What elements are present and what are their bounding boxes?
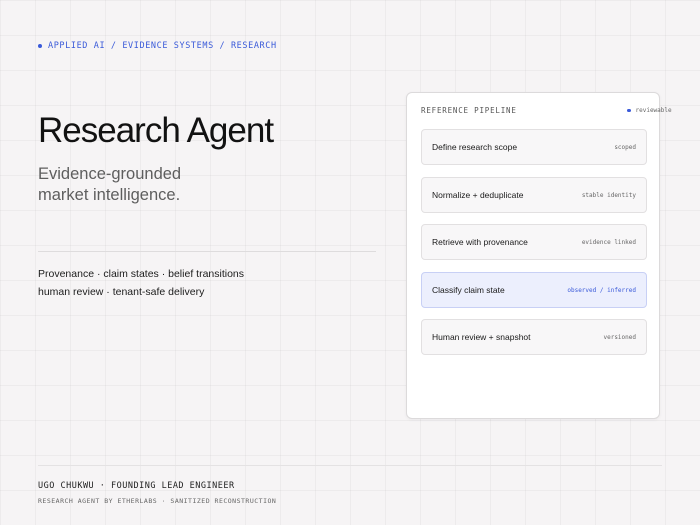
pipeline-step-define-scope[interactable]: Define research scope scoped <box>421 129 647 165</box>
step-tag: scoped <box>614 143 636 151</box>
bullet-dot-icon <box>38 44 42 48</box>
page-subtitle: Evidence-grounded market intelligence. <box>38 164 338 206</box>
status-badge: reviewable <box>627 107 672 114</box>
breadcrumb: APPLIED AI / EVIDENCE SYSTEMS / RESEARCH <box>38 41 277 51</box>
footer-divider <box>38 465 662 466</box>
footer-author: UGO CHUKWU · FOUNDING LEAD ENGINEER <box>38 481 235 491</box>
step-label: Normalize + deduplicate <box>432 190 524 200</box>
status-text: reviewable <box>635 107 672 114</box>
step-tag: versioned <box>603 333 636 341</box>
pipeline-step-classify[interactable]: Classify claim state observed / inferred <box>421 272 647 308</box>
pipeline-header: REFERENCE PIPELINE reviewable <box>421 106 672 118</box>
section-divider <box>38 251 376 252</box>
pipeline-step-retrieve[interactable]: Retrieve with provenance evidence linked <box>421 224 647 260</box>
step-tag: evidence linked <box>581 238 636 246</box>
step-tag: observed / inferred <box>567 286 636 294</box>
pipeline-title: REFERENCE PIPELINE <box>421 106 517 115</box>
step-label: Define research scope <box>432 142 518 152</box>
step-label: Classify claim state <box>432 285 505 295</box>
page-title: Research Agent <box>38 111 274 150</box>
subtitle-line-1: Evidence-grounded <box>38 165 182 183</box>
feature-list: Provenance · claim states · belief trans… <box>38 265 244 301</box>
subtitle-line-2: market intelligence. <box>38 186 181 204</box>
status-dot-icon <box>627 108 631 113</box>
pipeline-step-human-review[interactable]: Human review + snapshot versioned <box>421 319 647 355</box>
step-label: Retrieve with provenance <box>432 237 528 247</box>
step-tag: stable identity <box>581 191 636 199</box>
pipeline-panel: REFERENCE PIPELINE reviewable Define res… <box>406 92 672 419</box>
breadcrumb-text: APPLIED AI / EVIDENCE SYSTEMS / RESEARCH <box>48 41 277 51</box>
pipeline-step-normalize[interactable]: Normalize + deduplicate stable identity <box>421 177 647 213</box>
footer-credit: RESEARCH AGENT BY ETHERLABS · SANITIZED … <box>38 497 277 505</box>
feature-line-2: human review · tenant-safe delivery <box>38 286 205 298</box>
step-label: Human review + snapshot <box>432 332 531 342</box>
feature-line-1: Provenance · claim states · belief trans… <box>38 268 245 280</box>
